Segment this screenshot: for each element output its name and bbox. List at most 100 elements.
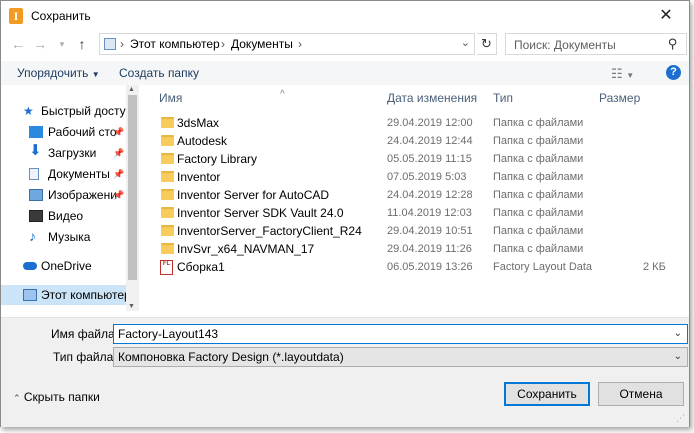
file-name: Inventor bbox=[177, 170, 221, 184]
sidebar-item-downloads[interactable]: ⬇ Загрузки 📌 bbox=[1, 143, 126, 163]
save-button[interactable]: Сохранить bbox=[504, 382, 590, 406]
file-type: Папка с файлами bbox=[493, 207, 584, 219]
folder-icon bbox=[161, 189, 174, 200]
sidebar-item-music[interactable]: ♪ Музыка bbox=[1, 227, 126, 247]
forward-button[interactable]: → bbox=[31, 34, 49, 54]
desktop-icon bbox=[29, 126, 43, 138]
sidebar-item-label: Рабочий сто bbox=[48, 125, 117, 139]
sidebar-scrollbar[interactable]: ▲ ▼ bbox=[126, 85, 139, 311]
file-row[interactable]: InvSvr_x64_NAVMAN_17 29.04.2019 11:26 Па… bbox=[155, 241, 685, 259]
file-name: 3dsMax bbox=[177, 116, 220, 130]
filetype-label: Тип файла: bbox=[53, 350, 117, 364]
folder-icon bbox=[161, 243, 174, 254]
file-type: Папка с файлами bbox=[493, 117, 584, 129]
factory-layout-file-icon: FL bbox=[160, 260, 173, 275]
music-icon: ♪ bbox=[29, 228, 36, 244]
file-date: 24.04.2019 12:44 bbox=[387, 135, 473, 147]
pin-icon: 📌 bbox=[113, 169, 125, 179]
save-dialog: I Сохранить ✕ ← → ▾ ↑ › Этот компьютер ›… bbox=[0, 0, 690, 427]
search-placeholder: Поиск: Документы bbox=[514, 38, 616, 52]
file-size: 2 КБ bbox=[643, 261, 666, 273]
chevron-down-icon: ⌄ bbox=[673, 351, 682, 362]
command-bar: Упорядочить ▼ Создать папку ☷ ▼ ? bbox=[1, 61, 689, 85]
video-icon bbox=[29, 210, 43, 222]
sidebar-item-quick-access[interactable]: ★ Быстрый доступ bbox=[1, 101, 126, 121]
column-header-name[interactable]: Имя ^ bbox=[159, 89, 285, 105]
folder-icon bbox=[161, 171, 174, 182]
sidebar-item-label: OneDrive bbox=[41, 259, 92, 273]
column-header-date[interactable]: Дата изменения bbox=[387, 91, 477, 105]
navigation-pane: ★ Быстрый доступ Рабочий сто 📌 ⬇ Загрузк… bbox=[1, 85, 139, 311]
sidebar-item-video[interactable]: Видео bbox=[1, 206, 126, 226]
cancel-button[interactable]: Отмена bbox=[598, 382, 684, 406]
organize-button[interactable]: Упорядочить ▼ bbox=[17, 66, 100, 80]
close-button[interactable]: ✕ bbox=[643, 1, 689, 31]
filetype-select[interactable]: Компоновка Factory Design (*.layoutdata)… bbox=[113, 347, 688, 367]
folder-icon bbox=[161, 153, 174, 164]
sidebar-item-label: Документы bbox=[48, 167, 110, 181]
caret-down-icon: ▼ bbox=[91, 70, 100, 79]
sidebar-item-documents[interactable]: Документы 📌 bbox=[1, 164, 126, 184]
scroll-up-arrow-icon[interactable]: ▲ bbox=[128, 86, 135, 93]
sidebar-item-label: Быстрый доступ bbox=[41, 104, 126, 118]
sidebar-item-onedrive[interactable]: OneDrive bbox=[1, 256, 126, 276]
file-date: 05.05.2019 11:15 bbox=[387, 153, 472, 165]
organize-label: Упорядочить bbox=[17, 66, 89, 80]
file-date: 07.05.2019 5:03 bbox=[387, 171, 467, 183]
folder-icon bbox=[161, 207, 174, 218]
file-row[interactable]: Factory Library 05.05.2019 11:15 Папка с… bbox=[155, 151, 685, 169]
file-date: 11.04.2019 12:03 bbox=[387, 207, 472, 219]
filename-label: Имя файла: bbox=[51, 327, 118, 341]
file-date: 06.05.2019 13:26 bbox=[387, 261, 473, 273]
chevron-down-icon[interactable]: ⌄ bbox=[674, 328, 682, 339]
file-name: Сборка1 bbox=[177, 260, 225, 274]
sidebar-item-desktop[interactable]: Рабочий сто 📌 bbox=[1, 122, 126, 142]
file-type: Папка с файлами bbox=[493, 135, 584, 147]
column-header-type[interactable]: Тип bbox=[493, 91, 513, 105]
breadcrumb-this-pc[interactable]: Этот компьютер bbox=[130, 37, 220, 51]
back-button[interactable]: ← bbox=[9, 34, 27, 54]
file-row[interactable]: Inventor Server for AutoCAD 24.04.2019 1… bbox=[155, 187, 685, 205]
view-options-icon[interactable]: ☷ ▼ bbox=[611, 66, 634, 82]
scrollbar-thumb[interactable] bbox=[128, 95, 137, 280]
recent-locations-dropdown[interactable]: ▾ bbox=[53, 34, 71, 54]
title-bar: I Сохранить ✕ bbox=[1, 1, 689, 31]
file-row[interactable]: InventorServer_FactoryClient_R24 29.04.2… bbox=[155, 223, 685, 241]
pin-icon: 📌 bbox=[113, 148, 125, 158]
sidebar-item-this-pc[interactable]: Этот компьютер bbox=[1, 285, 126, 305]
filetype-value: Компоновка Factory Design (*.layoutdata) bbox=[118, 350, 344, 364]
folder-icon bbox=[161, 225, 174, 236]
file-row[interactable]: Inventor Server SDK Vault 24.0 11.04.201… bbox=[155, 205, 685, 223]
filename-field[interactable]: Factory-Layout143 ⌄ bbox=[113, 324, 688, 344]
address-bar[interactable]: › Этот компьютер › Документы › ⌄ bbox=[99, 33, 475, 55]
file-type: Папка с файлами bbox=[493, 225, 584, 237]
file-row[interactable]: Inventor 07.05.2019 5:03 Папка с файлами bbox=[155, 169, 685, 187]
folder-icon bbox=[161, 117, 174, 128]
hide-folders-button[interactable]: ⌃ Скрыть папки bbox=[13, 390, 100, 404]
refresh-button[interactable]: ↻ bbox=[477, 33, 497, 55]
file-type: Папка с файлами bbox=[493, 171, 584, 183]
up-button[interactable]: ↑ bbox=[73, 34, 91, 54]
sidebar-item-pictures[interactable]: Изображени 📌 bbox=[1, 185, 126, 205]
file-row[interactable]: FL Сборка1 06.05.2019 13:26 Factory Layo… bbox=[155, 259, 685, 277]
file-row[interactable]: Autodesk 24.04.2019 12:44 Папка с файлам… bbox=[155, 133, 685, 151]
column-header-size[interactable]: Размер bbox=[599, 91, 640, 105]
hide-folders-label: Скрыть папки bbox=[23, 390, 100, 404]
star-icon: ★ bbox=[23, 104, 34, 118]
chevron-down-icon[interactable]: ⌄ bbox=[461, 36, 470, 49]
download-icon: ⬇ bbox=[29, 143, 42, 159]
search-input[interactable]: Поиск: Документы ⚲ bbox=[505, 33, 687, 55]
breadcrumb-documents[interactable]: Документы bbox=[231, 37, 293, 51]
sort-ascending-icon: ^ bbox=[280, 89, 285, 100]
file-name: Inventor Server SDK Vault 24.0 bbox=[177, 206, 344, 220]
resize-grip-icon[interactable]: ⋰ bbox=[676, 413, 685, 424]
save-options-panel: Имя файла: Factory-Layout143 ⌄ Тип файла… bbox=[1, 317, 689, 427]
file-row[interactable]: 3dsMax 29.04.2019 12:00 Папка с файлами bbox=[155, 115, 685, 133]
column-label: Имя bbox=[159, 91, 183, 105]
cloud-icon bbox=[23, 262, 37, 270]
scroll-down-arrow-icon[interactable]: ▼ bbox=[128, 303, 135, 310]
help-button[interactable]: ? bbox=[666, 65, 681, 80]
file-date: 29.04.2019 12:00 bbox=[387, 117, 473, 129]
search-icon: ⚲ bbox=[668, 36, 678, 51]
new-folder-button[interactable]: Создать папку bbox=[119, 66, 199, 80]
